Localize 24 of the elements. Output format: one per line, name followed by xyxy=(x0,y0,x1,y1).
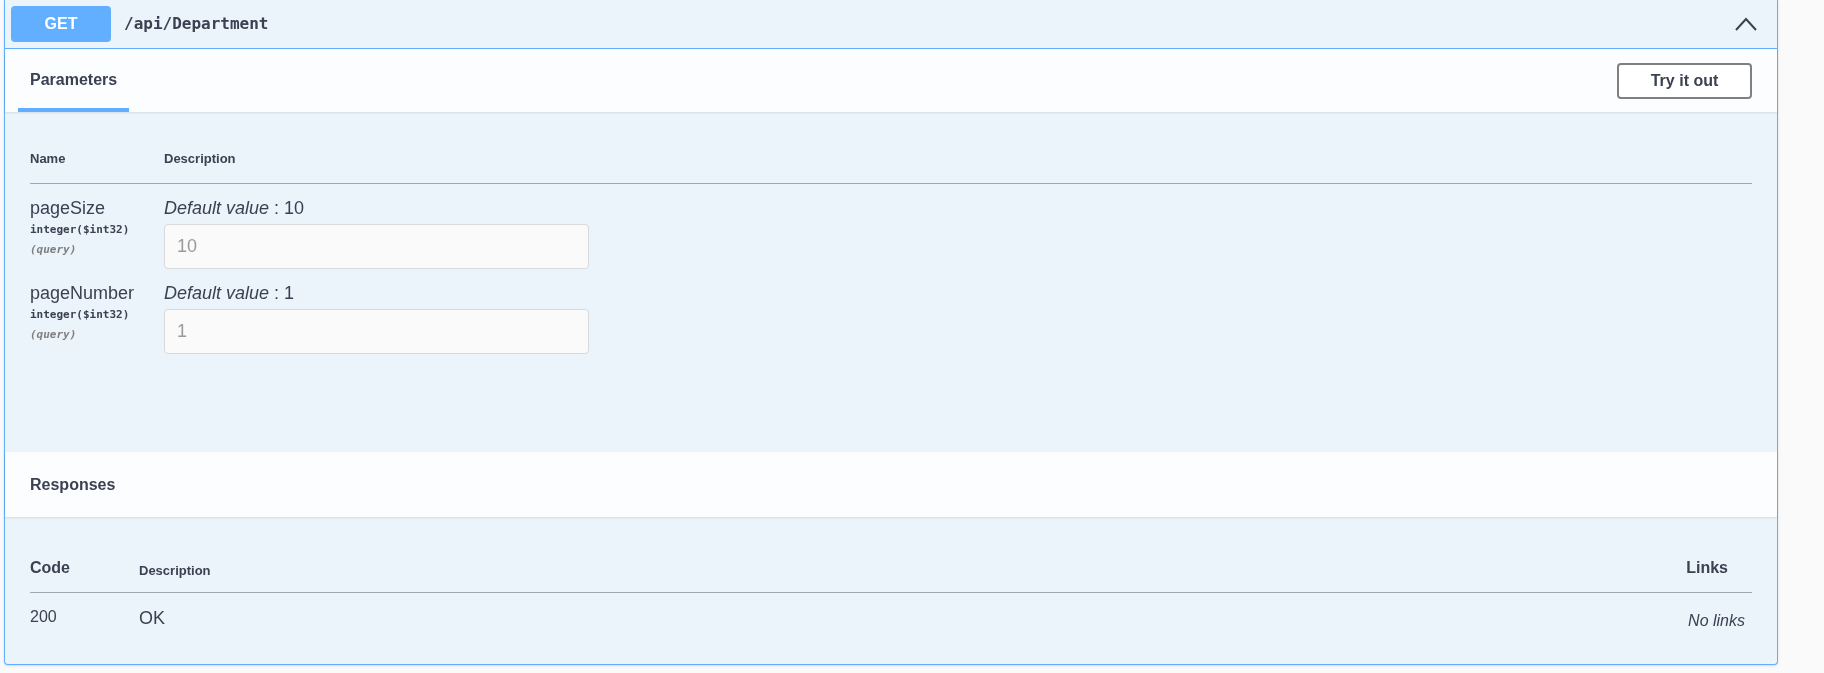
default-value: Default value : 10 xyxy=(164,196,306,219)
column-header: Description xyxy=(139,561,212,580)
column-header: Code xyxy=(30,558,71,578)
parameters-tab[interactable]: Parameters xyxy=(18,49,130,112)
parameter-type: integer($int32) xyxy=(30,306,131,323)
parameter-location: (query) xyxy=(30,327,78,343)
parameter-name: pageSize xyxy=(30,196,107,219)
parameter-type: integer($int32) xyxy=(30,221,131,238)
parameter-location: (query) xyxy=(30,242,78,258)
column-header: Description xyxy=(164,150,236,168)
parameter-input[interactable]: 1 xyxy=(164,308,589,354)
column-header: Links xyxy=(1686,558,1728,578)
endpoint-path: /api/Department xyxy=(124,13,269,35)
response-links: No links xyxy=(1688,611,1745,631)
section-title: Responses xyxy=(30,474,116,495)
parameter-name: pageNumber xyxy=(30,281,136,304)
chevron-up-icon[interactable] xyxy=(1735,17,1757,31)
response-description: OK xyxy=(139,607,166,630)
column-header: Name xyxy=(30,150,67,168)
method-badge: GET xyxy=(11,6,111,42)
default-value: Default value : 1 xyxy=(164,281,296,304)
try-it-out-button[interactable]: Try it out xyxy=(1617,62,1752,99)
parameter-input[interactable]: 10 xyxy=(164,223,589,269)
response-code: 200 xyxy=(30,607,58,627)
